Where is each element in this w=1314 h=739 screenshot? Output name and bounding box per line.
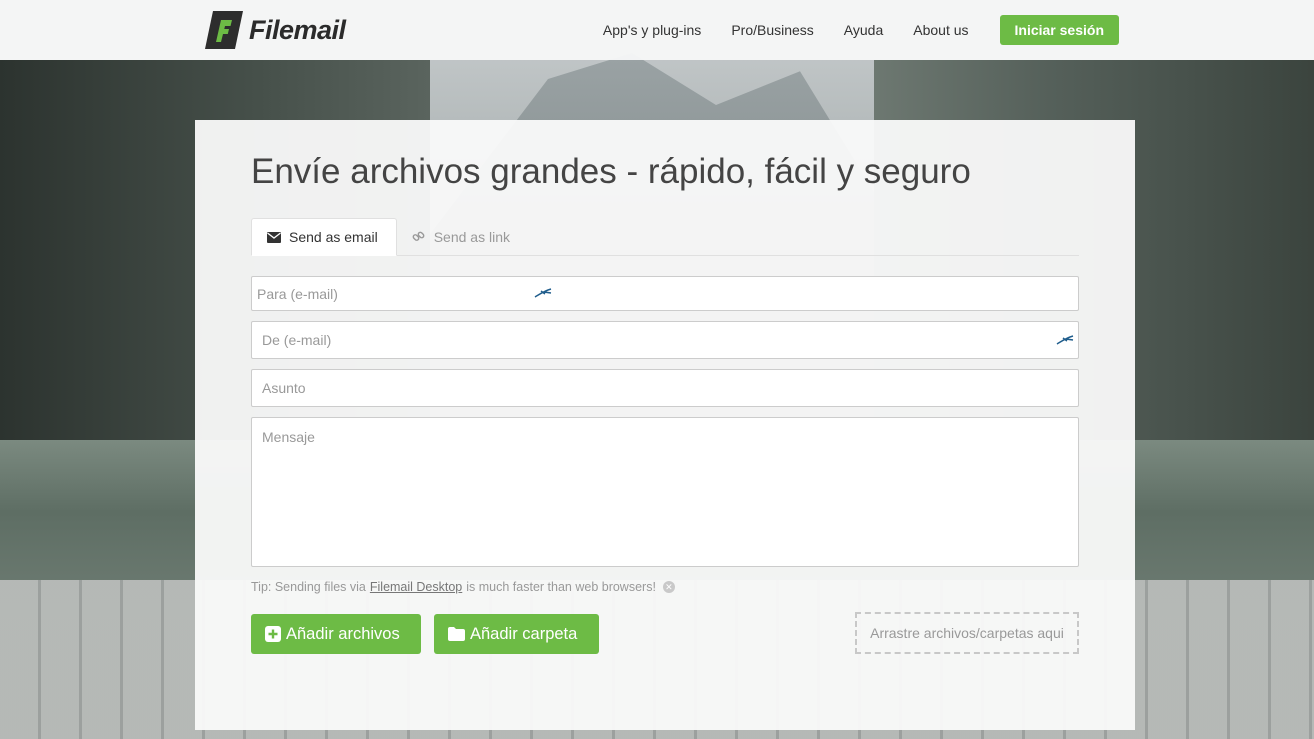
page-title: Envíe archivos grandes - rápido, fácil y…: [251, 152, 971, 191]
add-files-label: Añadir archivos: [286, 624, 400, 643]
message-textarea[interactable]: [251, 417, 1079, 567]
tab-send-as-link[interactable]: Send as link: [397, 218, 528, 256]
add-folder-label: Añadir carpeta: [470, 624, 578, 643]
subject-input[interactable]: [251, 369, 1079, 407]
filemail-logo[interactable]: Filemail: [205, 11, 346, 49]
nav-about-us[interactable]: About us: [913, 22, 968, 38]
tab-send-as-link-label: Send as link: [433, 229, 510, 245]
link-icon: [412, 231, 425, 241]
tip-text: Tip: Sending files via Filemail Desktop …: [251, 580, 675, 594]
filemail-desktop-link[interactable]: Filemail Desktop: [370, 580, 462, 594]
top-header: Filemail App's y plug-ins Pro/Business A…: [0, 0, 1314, 60]
login-button[interactable]: Iniciar sesión: [999, 15, 1119, 45]
filemail-logo-icon: [205, 11, 243, 49]
nav-apps-plugins[interactable]: App's y plug-ins: [603, 22, 701, 38]
autofill-icon[interactable]: [534, 288, 552, 298]
tab-send-as-email[interactable]: Send as email: [251, 218, 397, 256]
to-email-input[interactable]: [251, 276, 1079, 311]
plus-square-icon: [265, 626, 281, 642]
send-mode-tabs: Send as email Send as link: [251, 218, 1079, 256]
nav-pro-business[interactable]: Pro/Business: [731, 22, 813, 38]
envelope-icon: [267, 231, 281, 243]
tip-prefix: Tip: Sending files via: [251, 580, 366, 594]
folder-icon: [448, 627, 465, 641]
tab-send-as-email-label: Send as email: [289, 229, 378, 245]
logo-text: Filemail: [249, 14, 346, 45]
dropzone[interactable]: Arrastre archivos/carpetas aqui: [855, 612, 1079, 654]
autofill-icon[interactable]: [1056, 335, 1074, 345]
add-folder-button[interactable]: Añadir carpeta: [434, 614, 599, 654]
nav-ayuda[interactable]: Ayuda: [844, 22, 883, 38]
add-files-button[interactable]: Añadir archivos: [251, 614, 421, 654]
upload-card: Envíe archivos grandes - rápido, fácil y…: [195, 120, 1135, 730]
main-nav: App's y plug-ins Pro/Business Ayuda Abou…: [573, 0, 1119, 60]
close-tip-icon[interactable]: ✕: [662, 581, 675, 593]
from-email-input[interactable]: [251, 321, 1079, 359]
tip-suffix: is much faster than web browsers!: [466, 580, 656, 594]
dropzone-label: Arrastre archivos/carpetas aqui: [870, 625, 1064, 641]
